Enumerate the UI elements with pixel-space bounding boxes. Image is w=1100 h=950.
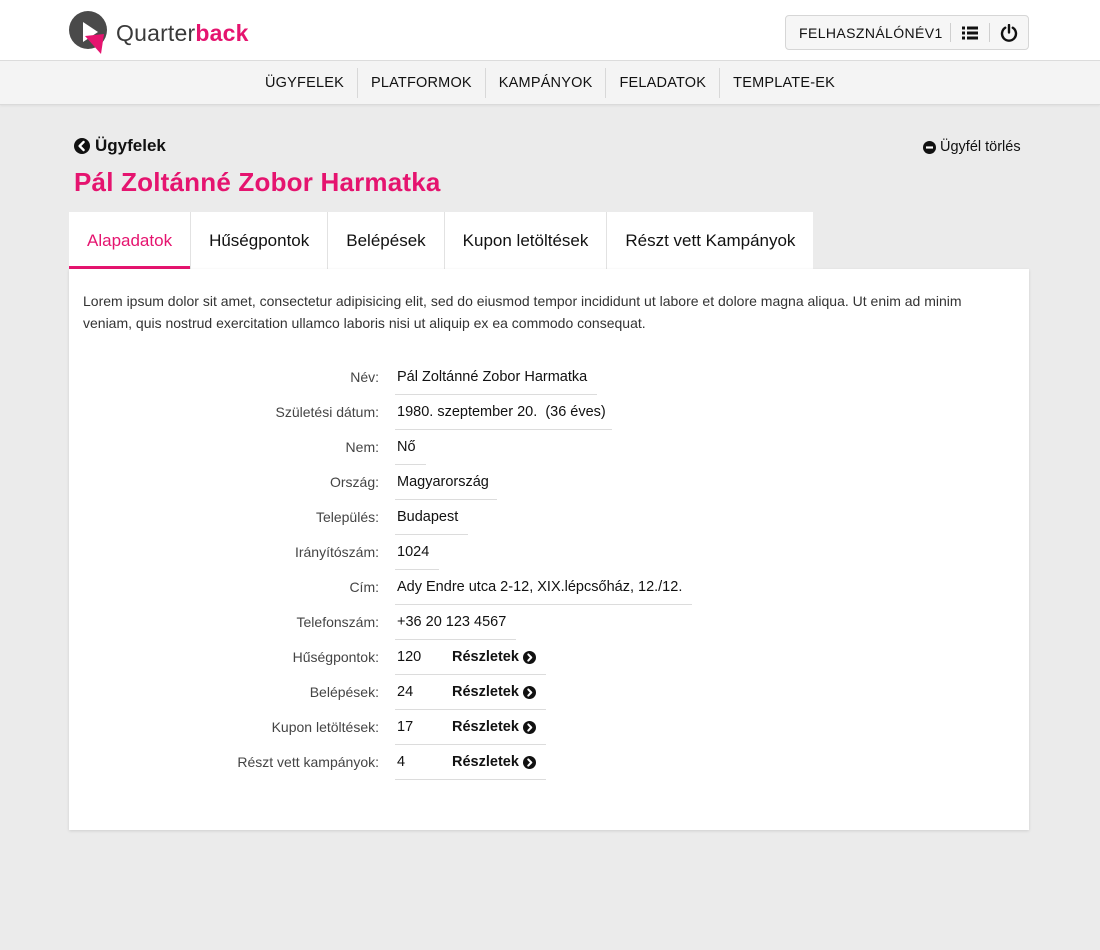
stat-row: Belépések: 24 Részletek [69, 675, 1029, 710]
nav-item-template-ek[interactable]: TEMPLATE-EK [720, 68, 848, 98]
field-row: Születési dátum: 1980. szeptember 20. (3… [69, 395, 1029, 430]
logo-text: Quarterback [116, 19, 249, 46]
stat-value: 120 Részletek [395, 640, 546, 675]
stat-row: Részt vett kampányok: 4 Részletek [69, 745, 1029, 780]
intro-text: Lorem ipsum dolor sit amet, consectetur … [83, 293, 962, 331]
field-row: Ország: Magyarország [69, 465, 1029, 500]
nav-item-platformok[interactable]: PLATFORMOK [358, 67, 486, 98]
field-row: Telefonszám: +36 20 123 4567 [69, 605, 1029, 640]
tab-husegpontok[interactable]: Hűségpontok [191, 212, 329, 269]
minus-circle-icon [923, 140, 936, 154]
stat-number: 24 [397, 684, 414, 700]
nav-item-ugyfelek[interactable]: ÜGYFELEK [252, 67, 358, 98]
field-label: Nem: [345, 439, 379, 455]
field-label: Név: [350, 369, 379, 385]
chevron-right-circle-icon [522, 721, 536, 734]
stat-label: Hűségpontok: [292, 649, 379, 665]
logo[interactable]: Quarterback [68, 10, 258, 56]
details-link[interactable]: Részletek [452, 745, 536, 780]
tab-belepesek[interactable]: Belépések [328, 212, 445, 269]
stat-label: Részt vett kampányok: [237, 754, 379, 770]
details-link[interactable]: Részletek [452, 710, 536, 745]
field-value: 1024 [395, 535, 440, 570]
field-label: Születési dátum: [275, 404, 380, 420]
main-nav: ÜGYFELEK PLATFORMOK KAMPÁNYOK FELADATOK … [0, 61, 1100, 105]
stat-label: Belépések: [309, 684, 379, 700]
nav-item-kampanyok[interactable]: KAMPÁNYOK [486, 67, 607, 98]
quarterback-logo-icon [69, 11, 107, 54]
chevron-right-circle-icon [522, 651, 536, 664]
field-value: Ady Endre utca 2-12, XIX.lépcsőház, 12./… [395, 570, 693, 605]
stat-value: 24 Részletek [395, 675, 546, 710]
back-link[interactable]: Ügyfelek [74, 136, 166, 156]
chevron-right-circle-icon [522, 686, 536, 699]
field-label: Telefonszám: [296, 614, 379, 630]
delete-client-label: Ügyfél törlés [940, 139, 1021, 155]
details-link[interactable]: Részletek [452, 640, 536, 675]
stat-value: 4 Részletek [395, 745, 546, 780]
field-value: 1980. szeptember 20. (36 éves) [395, 395, 612, 430]
details-link[interactable]: Részletek [452, 675, 536, 710]
stat-value: 17 Részletek [395, 710, 546, 745]
list-button[interactable] [951, 16, 989, 49]
chevron-right-circle-icon [522, 756, 536, 769]
field-row: Irányítószám: 1024 [69, 535, 1029, 570]
field-label: Ország: [329, 474, 379, 490]
delete-client-button[interactable]: Ügyfél törlés [923, 139, 1021, 155]
user-menu: FELHASZNÁLÓNÉV1 [785, 15, 1029, 50]
stat-number: 4 [397, 754, 406, 770]
field-row: Cím: Ady Endre utca 2-12, XIX.lépcsőház,… [69, 570, 1029, 605]
field-row: Település: Budapest [69, 500, 1029, 535]
details-card: Lorem ipsum dolor sit amet, consectetur … [69, 269, 1029, 830]
field-label: Irányítószám: [294, 544, 379, 560]
stat-label: Kupon letöltések: [271, 719, 379, 735]
tab-reszt-vett-kampanyok[interactable]: Részt vett Kampányok [607, 212, 814, 269]
nav-item-feladatok[interactable]: FELADATOK [606, 67, 721, 98]
back-link-label: Ügyfelek [95, 136, 166, 155]
stat-number: 120 [397, 649, 422, 665]
field-value: Magyarország [395, 465, 497, 500]
top-bar: Quarterback FELHASZNÁLÓNÉV1 [0, 0, 1100, 61]
field-row: Név: Pál Zoltánné Zobor Harmatka [69, 360, 1029, 395]
field-value: Pál Zoltánné Zobor Harmatka [395, 360, 598, 395]
field-value: Nő [395, 430, 426, 465]
field-row: Nem: Nő [69, 430, 1029, 465]
logout-button[interactable] [990, 16, 1028, 49]
tab-alapadatok[interactable]: Alapadatok [69, 212, 192, 269]
power-icon [1000, 23, 1018, 42]
stat-number: 17 [397, 719, 414, 735]
username-label[interactable]: FELHASZNÁLÓNÉV1 [786, 25, 950, 41]
field-value: Budapest [395, 500, 469, 535]
field-label: Cím: [349, 579, 379, 595]
page-title: Pál Zoltánné Zobor Harmatka [74, 167, 441, 197]
field-label: Település: [315, 509, 379, 525]
stat-row: Hűségpontok: 120 Részletek [69, 640, 1029, 675]
list-icon [962, 26, 979, 39]
stat-row: Kupon letöltések: 17 Részletek [69, 710, 1029, 745]
tab-kupon-letoltesek[interactable]: Kupon letöltések [444, 212, 608, 269]
chevron-left-circle-icon [74, 138, 90, 154]
field-value: +36 20 123 4567 [395, 605, 517, 640]
tab-bar: Alapadatok Hűségpontok Belépések Kupon l… [69, 212, 814, 269]
